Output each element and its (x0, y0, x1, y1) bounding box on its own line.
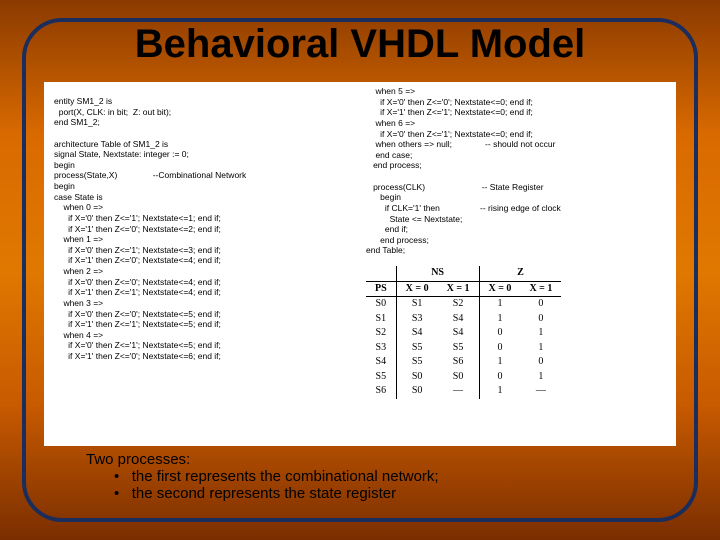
table-col: X = 0 (479, 281, 520, 297)
table-row: S6 S0 — 1 — (366, 384, 561, 399)
state-table-wrap: NS Z PS X = 0 X = 1 X = 0 X = 1 (366, 266, 561, 399)
table-head-z: Z (479, 266, 561, 281)
table-head-ps: PS (366, 281, 396, 297)
table-body: S0 S1 S2 1 0 S1 S3 S4 1 0 (366, 297, 561, 399)
table-row: S4 S5 S6 1 0 (366, 355, 561, 370)
notes-bullet: • the first represents the combinational… (86, 468, 439, 485)
notes: Two processes: • the first represents th… (86, 451, 439, 502)
page-title: Behavioral VHDL Model (0, 22, 720, 67)
notes-bullet: • the second represents the state regist… (86, 485, 439, 502)
table-row: S1 S3 S4 1 0 (366, 312, 561, 327)
table-head-ns: NS (396, 266, 479, 281)
table-row: S5 S0 S0 0 1 (366, 370, 561, 385)
table-col: X = 1 (520, 281, 561, 297)
code-right-column: when 5 => if X='0' then Z<='0'; Nextstat… (360, 82, 676, 446)
table-row: S0 S1 S2 1 0 (366, 297, 561, 312)
table-row: S3 S5 S5 0 1 (366, 341, 561, 356)
code-area: entity SM1_2 is port(X, CLK: in bit; Z: … (44, 82, 676, 446)
table-col: X = 0 (396, 281, 437, 297)
notes-line1: Two processes: (86, 451, 439, 468)
slide: Behavioral VHDL Model entity SM1_2 is po… (0, 0, 720, 540)
code-left-column: entity SM1_2 is port(X, CLK: in bit; Z: … (44, 82, 360, 446)
table-row: S2 S4 S4 0 1 (366, 326, 561, 341)
table-col: X = 1 (438, 281, 479, 297)
state-table: NS Z PS X = 0 X = 1 X = 0 X = 1 (366, 266, 561, 399)
code-right-text: when 5 => if X='0' then Z<='0'; Nextstat… (366, 86, 670, 256)
